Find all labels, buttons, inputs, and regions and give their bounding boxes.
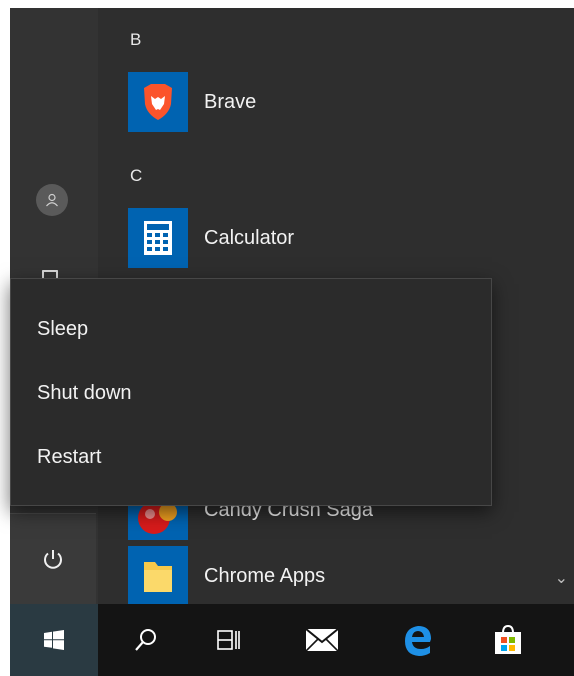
search-button[interactable] (106, 604, 186, 676)
app-label-calculator: Calculator (204, 226, 295, 249)
chevron-down-icon[interactable]: ⌄ (555, 568, 568, 588)
folder-glyph (144, 562, 172, 592)
menu-item-sleep[interactable]: Sleep (11, 301, 491, 357)
user-icon[interactable] (36, 184, 68, 216)
calculator-icon (128, 208, 188, 268)
menu-item-restart[interactable]: Restart (11, 429, 491, 485)
store-button[interactable] (468, 604, 548, 676)
power-menu: Sleep Shut down Restart (10, 278, 492, 506)
store-icon (495, 625, 521, 654)
start-button[interactable] (10, 604, 98, 676)
section-header-c[interactable]: C (130, 166, 142, 186)
task-view-icon (217, 630, 240, 650)
brave-lion-glyph (144, 84, 172, 120)
mail-icon (306, 629, 338, 651)
app-chrome-apps[interactable]: Chrome Apps (128, 546, 574, 604)
edge-button[interactable] (378, 604, 458, 676)
edge-icon (405, 626, 431, 656)
app-label-chrome-apps: Chrome Apps (204, 564, 326, 587)
power-button[interactable] (10, 513, 96, 604)
app-label-brave: Brave (204, 90, 257, 113)
search-icon (135, 629, 156, 651)
brave-icon (128, 72, 188, 132)
power-icon (44, 550, 62, 569)
taskbar (10, 604, 574, 676)
folder-icon (128, 546, 188, 604)
app-calculator[interactable]: Calculator (128, 208, 574, 268)
menu-item-shut-down[interactable]: Shut down (11, 365, 491, 421)
mail-button[interactable] (282, 604, 362, 676)
user-glyph (46, 193, 58, 207)
app-brave[interactable]: Brave (128, 72, 574, 132)
task-view-button[interactable] (188, 604, 268, 676)
windows-start-icon (44, 630, 64, 650)
calculator-glyph (144, 221, 172, 255)
section-header-b[interactable]: B (130, 30, 141, 50)
